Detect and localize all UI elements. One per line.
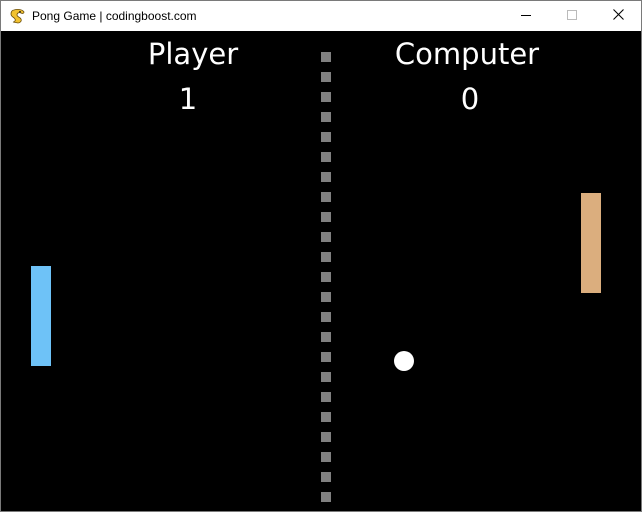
player-paddle xyxy=(31,266,51,366)
close-button[interactable] xyxy=(595,1,641,31)
net-dash xyxy=(321,212,331,222)
computer-score: 0 xyxy=(460,82,480,116)
net-dash xyxy=(321,112,331,122)
center-net xyxy=(321,52,331,511)
net-dash xyxy=(321,472,331,482)
window-title: Pong Game | codingboost.com xyxy=(32,9,197,23)
computer-label: Computer xyxy=(394,37,540,71)
net-dash xyxy=(321,172,331,182)
net-dash xyxy=(321,92,331,102)
close-icon xyxy=(612,7,624,25)
net-dash xyxy=(321,292,331,302)
maximize-icon xyxy=(567,7,577,25)
game-canvas[interactable]: Player Computer 1 0 xyxy=(1,31,641,511)
net-dash xyxy=(321,452,331,462)
maximize-button[interactable] xyxy=(549,1,595,31)
game-window: Pong Game | codingboost.com Player Compu… xyxy=(0,0,642,512)
net-dash xyxy=(321,52,331,62)
net-dash xyxy=(321,192,331,202)
net-dash xyxy=(321,372,331,382)
minimize-icon xyxy=(521,7,531,25)
net-dash xyxy=(321,392,331,402)
player-score: 1 xyxy=(178,82,198,116)
net-dash xyxy=(321,332,331,342)
title-bar[interactable]: Pong Game | codingboost.com xyxy=(1,1,641,31)
minimize-button[interactable] xyxy=(503,1,549,31)
net-dash xyxy=(321,412,331,422)
net-dash xyxy=(321,312,331,322)
net-dash xyxy=(321,72,331,82)
net-dash xyxy=(321,272,331,282)
net-dash xyxy=(321,132,331,142)
net-dash xyxy=(321,152,331,162)
net-dash xyxy=(321,432,331,442)
net-dash xyxy=(321,252,331,262)
pygame-snake-icon xyxy=(10,8,26,24)
net-dash xyxy=(321,232,331,242)
net-dash xyxy=(321,352,331,362)
computer-paddle xyxy=(581,193,601,293)
ball xyxy=(394,351,414,371)
player-label: Player xyxy=(147,37,239,71)
net-dash xyxy=(321,492,331,502)
